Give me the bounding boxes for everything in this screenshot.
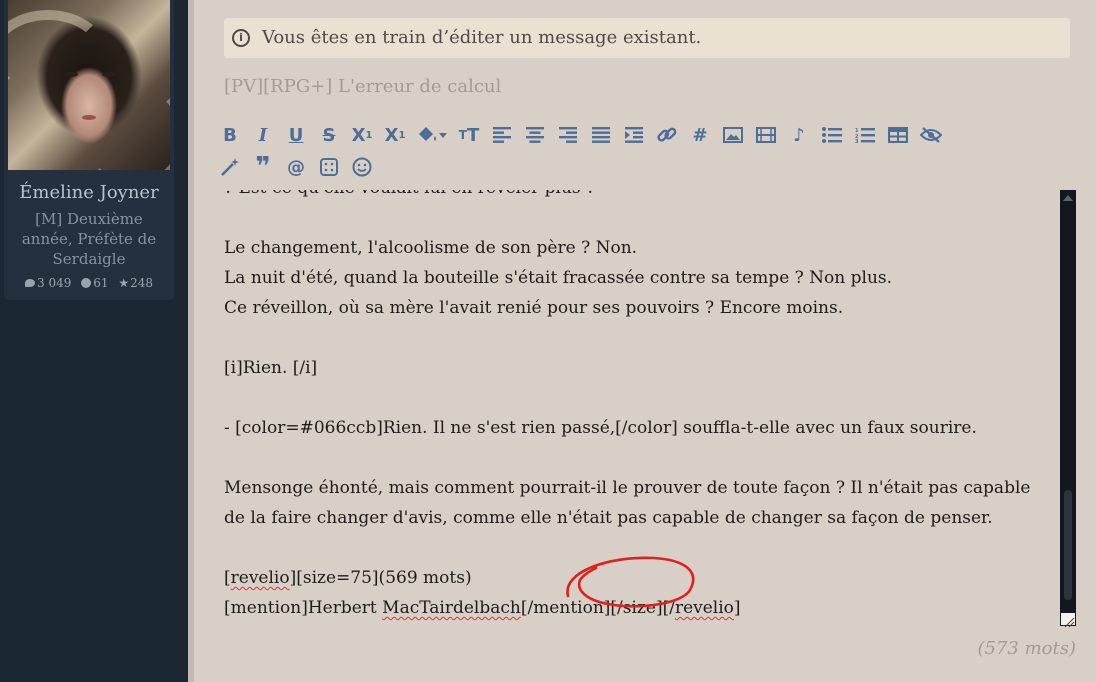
hide-icon[interactable] (915, 121, 947, 149)
superscript-icon[interactable]: X1 (379, 121, 411, 149)
textarea-scrollbar[interactable] (1060, 190, 1076, 626)
emoji-icon[interactable] (346, 153, 378, 181)
stat-points: 61 (93, 276, 109, 290)
align-center-icon[interactable] (519, 121, 551, 149)
text-line: Ce réveillon, où sa mère l'avait renié p… (224, 298, 844, 318)
strikethrough-icon[interactable]: S (313, 121, 345, 149)
text-line: La nuit d'été, quand la bouteille s'étai… (224, 268, 893, 288)
edit-notice-text: Vous êtes en train d’éditer un message e… (262, 27, 702, 48)
profile-description: [M] Deuxième année, Préfète de Serdaigle (21, 210, 157, 268)
text-line: [i]Rien. [/i] (224, 358, 318, 378)
text-line: de la faire changer d'avis, comme elle n… (224, 508, 993, 528)
svg-text:3: 3 (855, 139, 859, 143)
text-line: Le changement, l'alcoolisme de son père … (224, 238, 638, 258)
text-line: Mensonge éhonté, mais comment pourrait-i… (224, 478, 1031, 498)
text-segment: [mention]Herbert (224, 598, 383, 618)
stat-stars: 248 (130, 276, 153, 290)
subject-input[interactable]: [PV][RPG+] L'erreur de calcul (224, 76, 1070, 97)
spellcheck-word: MacTairdelbach (382, 598, 521, 618)
avatar[interactable] (8, 0, 170, 170)
hashtag-icon[interactable]: # (684, 121, 716, 149)
editor-panel: i Vous êtes en train d’éditer un message… (188, 0, 1096, 682)
text-line: ? Est-ce qu'elle voulait lui en révéler … (224, 190, 1060, 203)
scroll-up-arrow-icon[interactable] (1063, 195, 1073, 201)
points-icon (81, 278, 92, 288)
edit-notice: i Vous êtes en train d’éditer un message… (224, 18, 1070, 58)
profile-name[interactable]: Émeline Joyner (4, 182, 174, 203)
word-count: (573 mots) (977, 638, 1077, 659)
message-icon (25, 279, 36, 287)
align-right-icon[interactable] (552, 121, 584, 149)
italic-icon[interactable]: I (247, 121, 279, 149)
video-icon[interactable] (750, 121, 782, 149)
table-icon[interactable] (882, 121, 914, 149)
bold-icon[interactable]: B (214, 121, 246, 149)
magic-wand-icon[interactable] (214, 153, 246, 181)
text-line (224, 383, 1060, 413)
scroll-thumb[interactable] (1064, 490, 1072, 600)
text-line (224, 203, 1060, 233)
stat-messages: 3 049 (37, 276, 72, 290)
text-segment: ] (733, 598, 741, 618)
indent-icon[interactable] (618, 121, 650, 149)
dice-icon[interactable] (313, 153, 345, 181)
info-icon: i (232, 29, 250, 47)
red-circle-annotation (566, 556, 695, 608)
mention-icon[interactable]: @ (280, 153, 312, 181)
text-line (224, 443, 1060, 473)
text-line (224, 323, 1060, 353)
font-size-icon[interactable]: TT (453, 121, 485, 149)
image-icon[interactable] (717, 121, 749, 149)
spellcheck-word: revelio (230, 568, 290, 588)
underline-icon[interactable]: U (280, 121, 312, 149)
quote-icon[interactable]: ❞ (247, 153, 279, 181)
subscript-icon[interactable]: X1 (346, 121, 378, 149)
text-segment: ][size=75](569 mots) (289, 568, 472, 588)
resize-handle[interactable] (1060, 612, 1076, 628)
numbered-list-icon[interactable]: 123 (849, 121, 881, 149)
bulleted-list-icon[interactable] (816, 121, 848, 149)
align-left-icon[interactable] (486, 121, 518, 149)
editor-toolbar: B I U S X1 X1 TT # ♪ 1 2 3 ❞ @ (214, 120, 1084, 184)
profile-stats: 3 049 61 ★248 (4, 276, 174, 290)
text-line: - [color=#066ccb]Rien. Il ne s'est rien … (224, 418, 977, 438)
align-justify-icon[interactable] (585, 121, 617, 149)
link-icon[interactable] (651, 121, 683, 149)
text-segment: [ (224, 568, 231, 588)
star-icon: ★ (118, 276, 130, 290)
fill-color-icon[interactable] (412, 121, 452, 149)
music-icon[interactable]: ♪ (783, 121, 815, 149)
